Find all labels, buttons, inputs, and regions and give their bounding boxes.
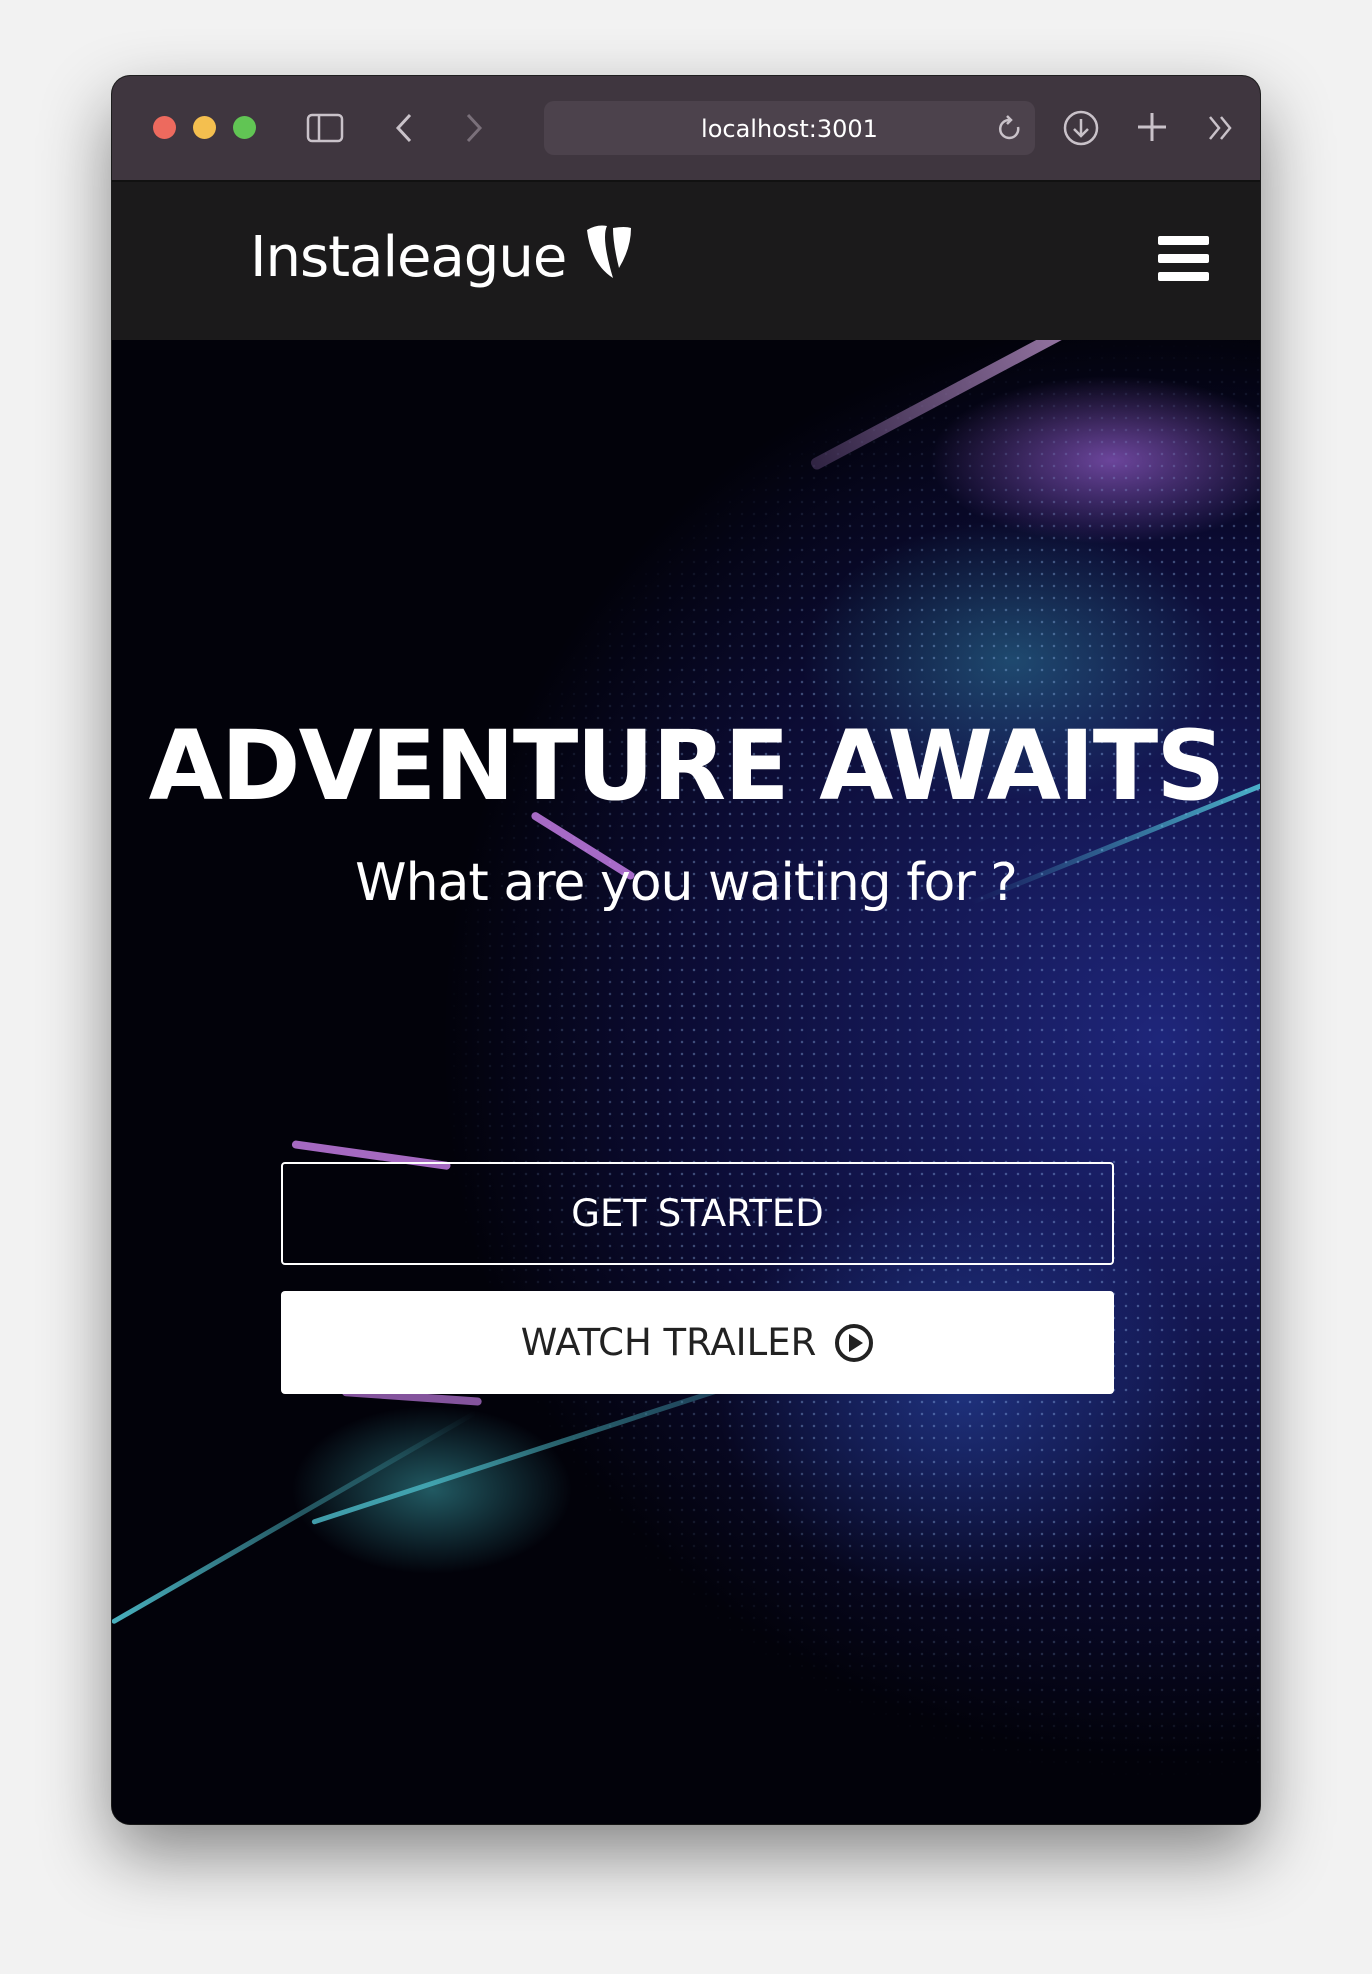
site-navbar: Instaleague xyxy=(112,182,1260,340)
watch-trailer-button[interactable]: WATCH TRAILER xyxy=(281,1291,1114,1394)
reload-icon[interactable] xyxy=(997,115,1023,143)
background-dots xyxy=(112,340,1260,1824)
more-icon[interactable] xyxy=(1206,114,1236,142)
logo-shield-icon xyxy=(587,225,632,278)
download-icon[interactable] xyxy=(1062,109,1100,147)
zoom-window-button[interactable] xyxy=(233,116,256,139)
sidebar-icon[interactable] xyxy=(306,113,344,143)
close-window-button[interactable] xyxy=(153,116,176,139)
hero-section: ADVENTURE AWAITS What are you waiting fo… xyxy=(112,340,1260,1824)
get-started-button[interactable]: GET STARTED xyxy=(281,1162,1114,1265)
url-text: localhost:3001 xyxy=(701,115,878,143)
watch-trailer-label: WATCH TRAILER xyxy=(520,1321,817,1364)
hero-subtitle: What are you waiting for ? xyxy=(355,853,1018,913)
browser-titlebar: localhost:3001 xyxy=(112,76,1260,182)
back-icon[interactable] xyxy=(394,112,414,144)
play-circle-icon xyxy=(835,1323,874,1362)
minimize-window-button[interactable] xyxy=(193,116,216,139)
forward-icon[interactable] xyxy=(464,112,484,144)
address-bar[interactable]: localhost:3001 xyxy=(544,101,1035,155)
site-logo[interactable]: Instaleague xyxy=(250,224,635,290)
new-tab-icon[interactable] xyxy=(1136,111,1168,143)
browser-window: localhost:3001 Instaleague ADVENTURE AWA… xyxy=(112,76,1260,1824)
hero-title: ADVENTURE AWAITS xyxy=(148,710,1226,822)
logo-text: Instaleague xyxy=(250,225,567,290)
get-started-label: GET STARTED xyxy=(571,1192,824,1235)
hamburger-icon[interactable] xyxy=(1158,236,1209,282)
